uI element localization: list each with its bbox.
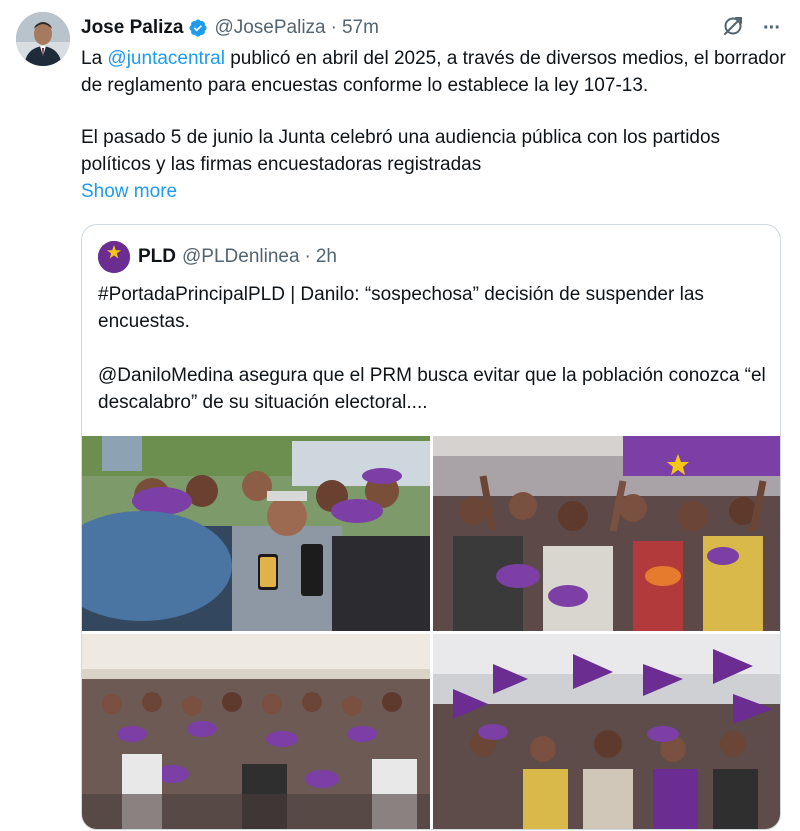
author-avatar[interactable] [16, 12, 70, 66]
photo-crowd-cheering-event-hall[interactable] [433, 436, 780, 631]
author-name[interactable]: Jose Paliza [81, 17, 183, 39]
author-handle[interactable]: @JosePaliza [214, 17, 325, 39]
profile-photo-icon [16, 12, 70, 66]
tweet-paragraph-2: El pasado 5 de junio la Junta celebró un… [81, 127, 721, 175]
tweet-body: La @juntacentral publicó en abril del 20… [81, 46, 786, 178]
quote-paragraph-2: @DaniloMedina asegura que el PRM busca e… [98, 365, 766, 413]
quote-separator: · [304, 246, 311, 267]
quote-timestamp[interactable]: 2h [316, 246, 337, 268]
photo-crowd-waving-purple-flags[interactable] [433, 634, 780, 829]
media-grid [82, 436, 780, 829]
show-more-link[interactable]: Show more [81, 181, 177, 203]
header-actions: ··· [721, 14, 781, 43]
more-icon[interactable]: ··· [763, 17, 781, 40]
tweet-timestamp[interactable]: 57m [342, 17, 379, 39]
pld-logo-icon [98, 241, 130, 273]
quote-paragraph-1: #PortadaPrincipalPLD | Danilo: “sospecho… [98, 284, 704, 332]
tweet-header: Jose Paliza @JosePaliza · 57m ··· [81, 14, 781, 43]
mention-link[interactable]: @juntacentral [107, 48, 225, 69]
quote-header: PLD @PLDenlinea · 2h [98, 241, 337, 273]
photo-seated-crowd-purple-caps[interactable] [82, 634, 430, 829]
photo-danilo-greeting-supporters[interactable] [82, 436, 430, 631]
quoted-tweet[interactable]: PLD @PLDenlinea · 2h #PortadaPrincipalPL… [81, 224, 781, 830]
quote-author-handle[interactable]: @PLDenlinea [182, 246, 300, 268]
quote-avatar[interactable] [98, 241, 130, 273]
header-separator: · [330, 17, 337, 38]
quote-body: #PortadaPrincipalPLD | Danilo: “sospecho… [98, 282, 768, 416]
verified-badge-icon[interactable] [188, 18, 208, 38]
quote-author-name[interactable]: PLD [138, 246, 176, 268]
tweet-paragraph-1: La @juntacentral publicó en abril del 20… [81, 48, 786, 96]
grok-icon[interactable] [721, 14, 745, 43]
